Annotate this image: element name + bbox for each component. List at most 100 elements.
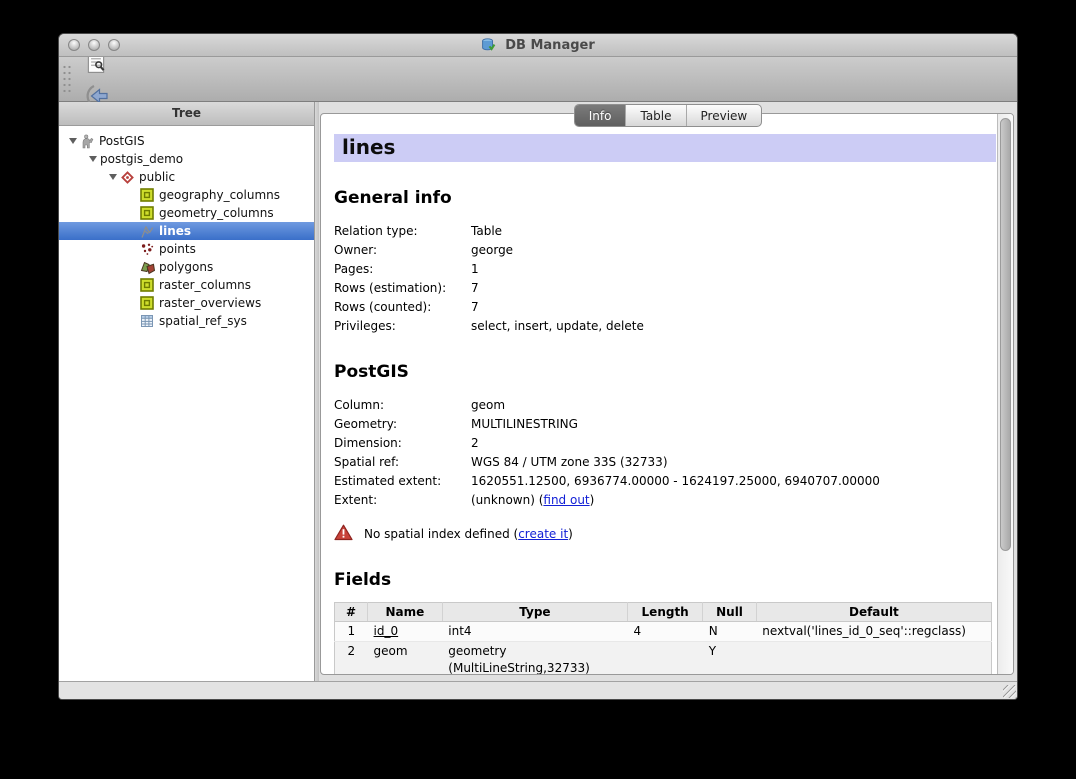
- field-null-cell: N: [703, 622, 757, 642]
- fields-column-header: Type: [442, 603, 627, 622]
- field-null-cell: Y: [703, 642, 757, 675]
- info-row-label: Geometry:: [334, 415, 471, 434]
- table-layer-icon: [140, 278, 155, 292]
- info-row-label: Rows (estimation):: [334, 279, 471, 298]
- info-row-value: 2: [471, 434, 479, 453]
- scrollbar-thumb[interactable]: [1000, 118, 1011, 551]
- tree-item-label: geometry_columns: [159, 206, 274, 220]
- info-row-label: Dimension:: [334, 434, 471, 453]
- line-layer-icon: [140, 224, 155, 239]
- info-row: Owner:george: [334, 241, 997, 260]
- tree-item-geography_columns[interactable]: geography_columns: [59, 186, 314, 204]
- polygon-layer-icon: [140, 260, 155, 275]
- info-row-label: Owner:: [334, 241, 471, 260]
- view-tabs: InfoTablePreview: [574, 104, 762, 127]
- traffic-lights: [68, 34, 120, 56]
- schema-icon: [120, 170, 135, 185]
- info-row-label: Estimated extent:: [334, 472, 471, 491]
- info-pane: lines General info Relation type:TableOw…: [320, 113, 1014, 675]
- fields-column-header: Name: [368, 603, 443, 622]
- tree-item-raster_columns[interactable]: raster_columns: [59, 276, 314, 294]
- tree-panel-header: Tree: [59, 102, 314, 126]
- fields-column-header: Default: [756, 603, 991, 622]
- window-title-text: DB Manager: [505, 38, 595, 53]
- table-layer-icon: [140, 206, 155, 220]
- info-row: Column:geom: [334, 396, 997, 415]
- vertical-scrollbar[interactable]: [997, 114, 1013, 674]
- info-row: Geometry:MULTILINESTRING: [334, 415, 997, 434]
- plain-table-icon: [140, 314, 155, 328]
- tree-item-PostGIS[interactable]: PostGIS: [59, 132, 314, 150]
- fields-column-header: Null: [703, 603, 757, 622]
- info-row-value: 7: [471, 279, 479, 298]
- db-manager-window: DB Manager Tree PostGIS postgis_demopubli…: [58, 33, 1018, 700]
- status-bar: [59, 681, 1017, 699]
- disclosure-triangle-icon[interactable]: [86, 156, 100, 162]
- fields-table: #NameTypeLengthNullDefault1id_0int44Nnex…: [334, 602, 992, 674]
- general-info-heading: General info: [334, 188, 997, 208]
- tree-item-label: spatial_ref_sys: [159, 314, 247, 328]
- warning-icon: [334, 524, 353, 544]
- tree-item-public[interactable]: public: [59, 168, 314, 186]
- info-row-label: Privileges:: [334, 317, 471, 336]
- tab-info[interactable]: Info: [575, 105, 627, 126]
- info-row-value: 1: [471, 260, 479, 279]
- table-layer-icon: [140, 188, 155, 202]
- info-row: Dimension:2: [334, 434, 997, 453]
- tree-item-label: polygons: [159, 260, 213, 274]
- fields-column-header: #: [335, 603, 368, 622]
- fields-column-header: Length: [628, 603, 703, 622]
- info-row: Extent:(unknown) (find out): [334, 491, 997, 510]
- titlebar[interactable]: DB Manager: [59, 34, 1017, 57]
- info-row-label: Rows (counted):: [334, 298, 471, 317]
- tree-item-geometry_columns[interactable]: geometry_columns: [59, 204, 314, 222]
- field-num-cell: 1: [335, 622, 368, 642]
- info-row-value: (unknown) (find out): [471, 491, 594, 510]
- postgis-heading: PostGIS: [334, 362, 997, 382]
- tab-table[interactable]: Table: [626, 105, 686, 126]
- warning-text: No spatial index defined (create it): [364, 527, 573, 541]
- point-layer-icon: [140, 242, 155, 256]
- info-row-value: 1620551.12500, 6936774.00000 - 1624197.2…: [471, 472, 880, 491]
- minimize-button[interactable]: [88, 39, 100, 51]
- fields-heading: Fields: [334, 570, 997, 590]
- resize-grip-icon[interactable]: [1003, 685, 1016, 698]
- tree-item-label: PostGIS: [99, 134, 145, 148]
- info-row: Relation type:Table: [334, 222, 997, 241]
- tree-item-points[interactable]: points: [59, 240, 314, 258]
- info-row: Rows (counted):7: [334, 298, 997, 317]
- tree-item-label: raster_overviews: [159, 296, 261, 310]
- tree-item-raster_overviews[interactable]: raster_overviews: [59, 294, 314, 312]
- field-default-cell: nextval('lines_id_0_seq'::regclass): [756, 622, 991, 642]
- tree-item-label: lines: [159, 224, 191, 238]
- spatial-index-warning: No spatial index defined (create it): [334, 524, 997, 544]
- tab-preview[interactable]: Preview: [687, 105, 762, 126]
- disclosure-triangle-icon[interactable]: [66, 138, 80, 144]
- info-row-value: 7: [471, 298, 479, 317]
- info-row-label: Spatial ref:: [334, 453, 471, 472]
- general-info-list: Relation type:TableOwner:georgePages:1Ro…: [334, 222, 997, 336]
- toolbar-drag-handle[interactable]: [61, 62, 71, 96]
- close-button[interactable]: [68, 39, 80, 51]
- info-row-value: george: [471, 241, 513, 260]
- create-it-link[interactable]: create it: [518, 527, 568, 541]
- tree-item-spatial_ref_sys[interactable]: spatial_ref_sys: [59, 312, 314, 330]
- tree-item-polygons[interactable]: polygons: [59, 258, 314, 276]
- info-row-value: WGS 84 / UTM zone 33S (32733): [471, 453, 668, 472]
- info-row: Pages:1: [334, 260, 997, 279]
- field-length-cell: [628, 642, 703, 675]
- postgis-connection-icon: [80, 134, 95, 149]
- disclosure-triangle-icon[interactable]: [106, 174, 120, 180]
- table-row: 1id_0int44Nnextval('lines_id_0_seq'::reg…: [335, 622, 992, 642]
- details-panel: InfoTablePreview lines General info Rela…: [319, 102, 1017, 681]
- db-tree: PostGIS postgis_demopublicgeography_colum…: [59, 126, 314, 681]
- find-out-link[interactable]: find out: [543, 493, 589, 507]
- table-layer-icon: [140, 296, 155, 310]
- field-type-cell: int4: [442, 622, 627, 642]
- postgis-info-list: Column:geomGeometry:MULTILINESTRINGDimen…: [334, 396, 997, 510]
- main-area: Tree PostGIS postgis_demopublicgeography_…: [59, 102, 1017, 681]
- table-row: 2geomgeometry (MultiLineString,32733)Y: [335, 642, 992, 675]
- zoom-button[interactable]: [108, 39, 120, 51]
- tree-item-lines[interactable]: lines: [59, 222, 314, 240]
- tree-item-postgis_demo[interactable]: postgis_demo: [59, 150, 314, 168]
